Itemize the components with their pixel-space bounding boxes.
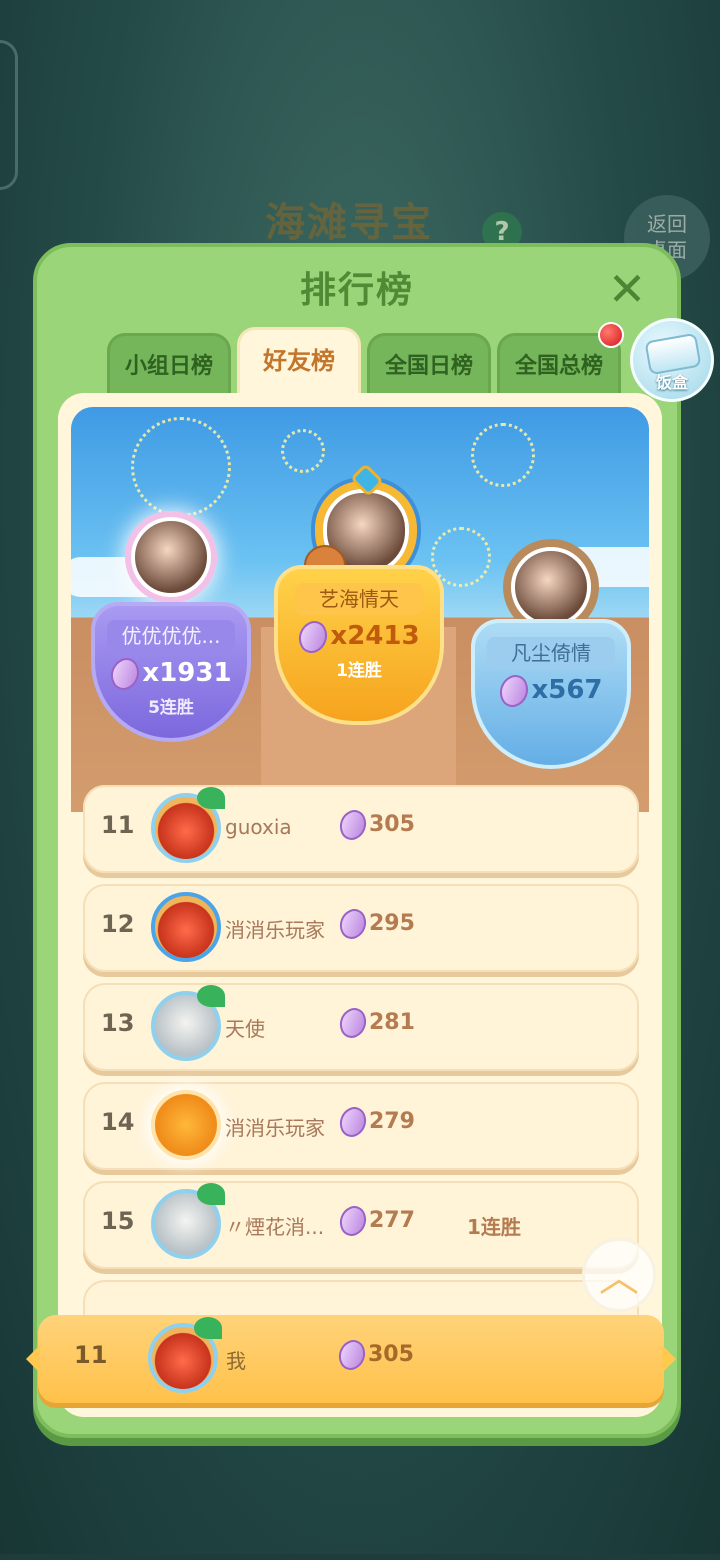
- my-rank-row[interactable]: 11 我 305: [26, 1315, 676, 1403]
- player-name: 消消乐玩家: [225, 918, 325, 942]
- firework-decoration: [281, 429, 325, 473]
- rank-number: 11: [101, 811, 135, 839]
- top-three-podium: 优优优优... x1931 5连胜 艺海情天 x2413 1连胜 凡尘倚情 x5…: [71, 407, 649, 812]
- leaderboard-panel: 排行榜 ✕ 小组日榜 好友榜 全国日榜 全国总榜 优优优优... x1931 5…: [26, 243, 681, 1438]
- shell-icon: [334, 905, 372, 943]
- shell-icon: [334, 1004, 372, 1042]
- firework-decoration: [471, 423, 535, 487]
- third-place-name: 凡尘倚情: [487, 637, 615, 669]
- my-score-value: 305: [368, 1342, 414, 1367]
- player-score: 305: [334, 806, 415, 844]
- home-indicator: [0, 1554, 720, 1560]
- ribbon-right-edge: [662, 1345, 676, 1373]
- my-avatar[interactable]: [148, 1317, 222, 1393]
- chevron-up-icon: ︿: [599, 1255, 639, 1301]
- rank-number: 15: [101, 1207, 135, 1235]
- background-game-title: 海滩寻宝: [265, 200, 433, 246]
- player-score: 277: [334, 1202, 415, 1240]
- my-name: 我: [226, 1349, 246, 1373]
- third-place-badge: 凡尘倚情 x567: [471, 619, 631, 769]
- rank-number: 12: [101, 910, 135, 938]
- close-icon[interactable]: ✕: [605, 266, 649, 312]
- second-place-avatar[interactable]: [131, 517, 211, 597]
- my-rank-number: 11: [74, 1341, 108, 1369]
- leaderboard-content: 优优优优... x1931 5连胜 艺海情天 x2413 1连胜 凡尘倚情 x5…: [58, 393, 662, 1417]
- player-name: guoxia: [225, 815, 292, 839]
- lunchbox-label: 饭盒: [655, 373, 688, 392]
- third-place-score: x567: [475, 670, 627, 711]
- second-place-badge: 优优优优... x1931 5连胜: [91, 602, 251, 742]
- tab-friends[interactable]: 好友榜: [237, 327, 361, 397]
- first-place-score-value: x2413: [330, 621, 420, 651]
- shell-icon: [105, 653, 146, 694]
- player-name: 天使: [225, 1017, 265, 1041]
- background-scene: [0, 40, 18, 190]
- first-place-name: 艺海情天: [295, 583, 423, 615]
- player-score: 295: [334, 905, 415, 943]
- shell-icon: [334, 806, 372, 844]
- tab-national-daily[interactable]: 全国日榜: [367, 333, 491, 397]
- shell-icon: [334, 1202, 372, 1240]
- shell-icon: [334, 1103, 372, 1141]
- second-place-score-value: x1931: [142, 658, 232, 688]
- player-score-value: 277: [369, 1208, 415, 1233]
- ribbon-left-edge: [26, 1345, 40, 1373]
- player-score-value: 305: [369, 812, 415, 837]
- second-place-streak: 5连胜: [148, 697, 194, 718]
- player-avatar[interactable]: [151, 985, 225, 1061]
- panel-title: 排行榜: [299, 270, 414, 311]
- second-place-name: 优优优优...: [107, 620, 235, 652]
- list-item[interactable]: 11 guoxia 305: [83, 785, 639, 873]
- scroll-to-top-button[interactable]: ︿: [582, 1238, 656, 1312]
- player-score-value: 295: [369, 911, 415, 936]
- third-place-avatar[interactable]: [511, 547, 591, 627]
- player-name: 消消乐玩家: [225, 1116, 325, 1140]
- my-score: 305: [333, 1336, 414, 1374]
- list-item[interactable]: 14 消消乐玩家 279: [83, 1082, 639, 1170]
- player-avatar[interactable]: [151, 787, 225, 863]
- rank-number: 14: [101, 1108, 135, 1136]
- shell-icon: [333, 1336, 371, 1374]
- player-streak: 1连胜: [467, 1215, 521, 1239]
- player-avatar[interactable]: [151, 892, 221, 962]
- first-place-badge: 艺海情天 x2413 1连胜: [274, 565, 444, 725]
- player-score-value: 279: [369, 1109, 415, 1134]
- tab-group-daily[interactable]: 小组日榜: [107, 333, 231, 397]
- player-score-value: 281: [369, 1010, 415, 1035]
- firework-decoration: [131, 417, 231, 517]
- player-name: 〃煙花消...: [225, 1215, 325, 1239]
- player-avatar[interactable]: [151, 1183, 225, 1259]
- player-score: 279: [334, 1103, 415, 1141]
- list-item[interactable]: 13 天使 281: [83, 983, 639, 1071]
- third-place-score-value: x567: [531, 675, 603, 705]
- list-item[interactable]: 12 消消乐玩家 295: [83, 884, 639, 972]
- shell-icon: [293, 616, 334, 657]
- player-score: 281: [334, 1004, 415, 1042]
- second-place-score: x1931: [95, 653, 247, 694]
- first-place-score: x2413: [278, 616, 440, 657]
- first-place-streak: 1连胜: [336, 660, 382, 681]
- rank-number: 13: [101, 1009, 135, 1037]
- player-avatar[interactable]: [151, 1090, 221, 1160]
- lunchbox-button[interactable]: 饭盒: [630, 318, 714, 402]
- shell-icon: [494, 670, 535, 711]
- notification-dot: [598, 322, 624, 348]
- list-item[interactable]: 15 〃煙花消... 277 1连胜: [83, 1181, 639, 1269]
